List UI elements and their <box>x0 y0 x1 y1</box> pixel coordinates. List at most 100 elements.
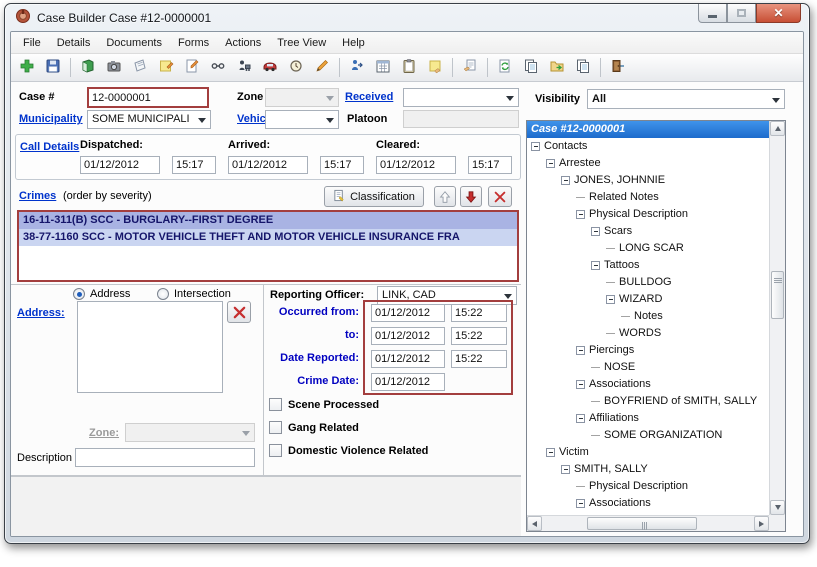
note-assign-button[interactable] <box>423 56 447 79</box>
scroll-left-button[interactable] <box>527 516 542 531</box>
scan-button[interactable] <box>128 56 152 79</box>
domestic-violence-related-checkbox[interactable] <box>269 444 282 457</box>
tree-item[interactable]: Contacts <box>527 138 769 155</box>
collapse-icon[interactable] <box>591 227 600 236</box>
vertical-scrollbar[interactable] <box>769 121 785 515</box>
crime-list-item[interactable]: 38-77-1160 SCC - MOTOR VEHICLE THEFT AND… <box>19 229 517 246</box>
arrived-date-input[interactable] <box>228 156 308 174</box>
delete-crime-button[interactable] <box>488 186 512 207</box>
classification-button[interactable]: Classification <box>324 186 424 207</box>
menu-actions[interactable]: Actions <box>217 34 269 52</box>
tree-item[interactable]: Victim <box>527 444 769 461</box>
incident-time-input-1[interactable] <box>451 327 507 345</box>
address-link[interactable]: Address: <box>17 307 65 319</box>
collapse-icon[interactable] <box>546 448 555 457</box>
scroll-down-button[interactable] <box>770 500 785 515</box>
vehicle-button[interactable] <box>258 56 282 79</box>
booking-button[interactable] <box>232 56 256 79</box>
maximize-button[interactable] <box>727 4 756 23</box>
horizontal-scrollbar[interactable] <box>527 515 769 531</box>
copy-pages-2-button[interactable] <box>571 56 595 79</box>
book-button[interactable] <box>76 56 100 79</box>
tree-item[interactable]: Arrestee <box>527 155 769 172</box>
incident-date-input-0[interactable] <box>371 304 445 322</box>
edit-button[interactable] <box>180 56 204 79</box>
tree-item[interactable]: SOME ORGANIZATION <box>527 427 769 444</box>
tree-item[interactable]: Related Notes <box>527 189 769 206</box>
collapse-icon[interactable] <box>561 176 570 185</box>
received-select[interactable] <box>403 88 519 107</box>
menu-file[interactable]: File <box>15 34 49 52</box>
description-input[interactable] <box>75 448 255 467</box>
cleared-time-input[interactable] <box>468 156 512 174</box>
doc-refresh-button[interactable] <box>493 56 517 79</box>
tree-item[interactable]: JONES, JOHNNIE <box>527 172 769 189</box>
hand-doc-button[interactable] <box>458 56 482 79</box>
crime-list-item[interactable]: 16-11-311(B) SCC - BURGLARY--FIRST DEGRE… <box>19 212 517 229</box>
camera-button[interactable] <box>102 56 126 79</box>
tree-item[interactable]: Scars <box>527 223 769 240</box>
incident-time-input-0[interactable] <box>451 304 507 322</box>
move-up-button[interactable] <box>434 186 456 207</box>
tree-item[interactable]: Associations <box>527 376 769 393</box>
collapse-icon[interactable] <box>531 142 540 151</box>
move-down-button[interactable] <box>460 186 482 207</box>
dispatched-date-input[interactable] <box>80 156 160 174</box>
received-link[interactable]: Received <box>345 91 393 103</box>
vehicle-select[interactable] <box>265 110 339 129</box>
tree-item[interactable]: Physical Description <box>527 206 769 223</box>
exit-door-button[interactable] <box>606 56 630 79</box>
scroll-up-button[interactable] <box>770 121 785 136</box>
menu-forms[interactable]: Forms <box>170 34 217 52</box>
note-button[interactable] <box>154 56 178 79</box>
address-radio[interactable] <box>73 288 85 300</box>
vertical-scroll-thumb[interactable] <box>771 271 784 319</box>
gang-related-checkbox[interactable] <box>269 421 282 434</box>
address-textarea[interactable] <box>77 301 223 393</box>
collapse-icon[interactable] <box>561 465 570 474</box>
tree-item[interactable]: Case #12-0000001 <box>527 121 769 138</box>
tree-item[interactable]: Notes <box>527 308 769 325</box>
add-button[interactable] <box>15 56 39 79</box>
collapse-icon[interactable] <box>576 380 585 389</box>
collapse-icon[interactable] <box>546 159 555 168</box>
case-number-input[interactable] <box>87 87 209 108</box>
dispatched-time-input[interactable] <box>172 156 216 174</box>
tree-item[interactable]: WORDS <box>527 325 769 342</box>
crimes-link[interactable]: Crimes <box>19 190 56 202</box>
tree-item[interactable]: Piercings <box>527 342 769 359</box>
tree-item[interactable]: WIZARD <box>527 291 769 308</box>
close-button[interactable]: ✕ <box>756 4 801 23</box>
tree-item[interactable]: Physical Description <box>527 478 769 495</box>
minimize-button[interactable] <box>698 4 727 23</box>
incident-date-input-2[interactable] <box>371 350 445 368</box>
tree-item[interactable]: SMITH, SALLY <box>527 461 769 478</box>
municipality-select[interactable]: SOME MUNICIPALI <box>87 110 211 129</box>
incident-date-input-1[interactable] <box>371 327 445 345</box>
menu-details[interactable]: Details <box>49 34 99 52</box>
folder-export-button[interactable] <box>545 56 569 79</box>
officer-transfer-button[interactable] <box>345 56 369 79</box>
tree-item[interactable]: BULLDOG <box>527 274 769 291</box>
collapse-icon[interactable] <box>606 295 615 304</box>
handcuffs-button[interactable] <box>206 56 230 79</box>
horizontal-scroll-thumb[interactable] <box>587 517 697 530</box>
scene-processed-checkbox[interactable] <box>269 398 282 411</box>
collapse-icon[interactable] <box>576 346 585 355</box>
crimes-list[interactable]: 16-11-311(B) SCC - BURGLARY--FIRST DEGRE… <box>17 210 519 282</box>
clock-button[interactable] <box>284 56 308 79</box>
tree-item[interactable]: NOSE <box>527 359 769 376</box>
menu-tree-view[interactable]: Tree View <box>269 34 334 52</box>
incident-date-input-3[interactable] <box>371 373 445 391</box>
incident-time-input-2[interactable] <box>451 350 507 368</box>
copy-pages-button[interactable] <box>519 56 543 79</box>
collapse-icon[interactable] <box>576 499 585 508</box>
tree-item[interactable]: Tattoos <box>527 257 769 274</box>
menu-help[interactable]: Help <box>334 34 373 52</box>
collapse-icon[interactable] <box>591 261 600 270</box>
calendar-button[interactable] <box>371 56 395 79</box>
scroll-right-button[interactable] <box>754 516 769 531</box>
collapse-icon[interactable] <box>576 414 585 423</box>
tree-item[interactable]: LONG SCAR <box>527 240 769 257</box>
collapse-icon[interactable] <box>576 210 585 219</box>
